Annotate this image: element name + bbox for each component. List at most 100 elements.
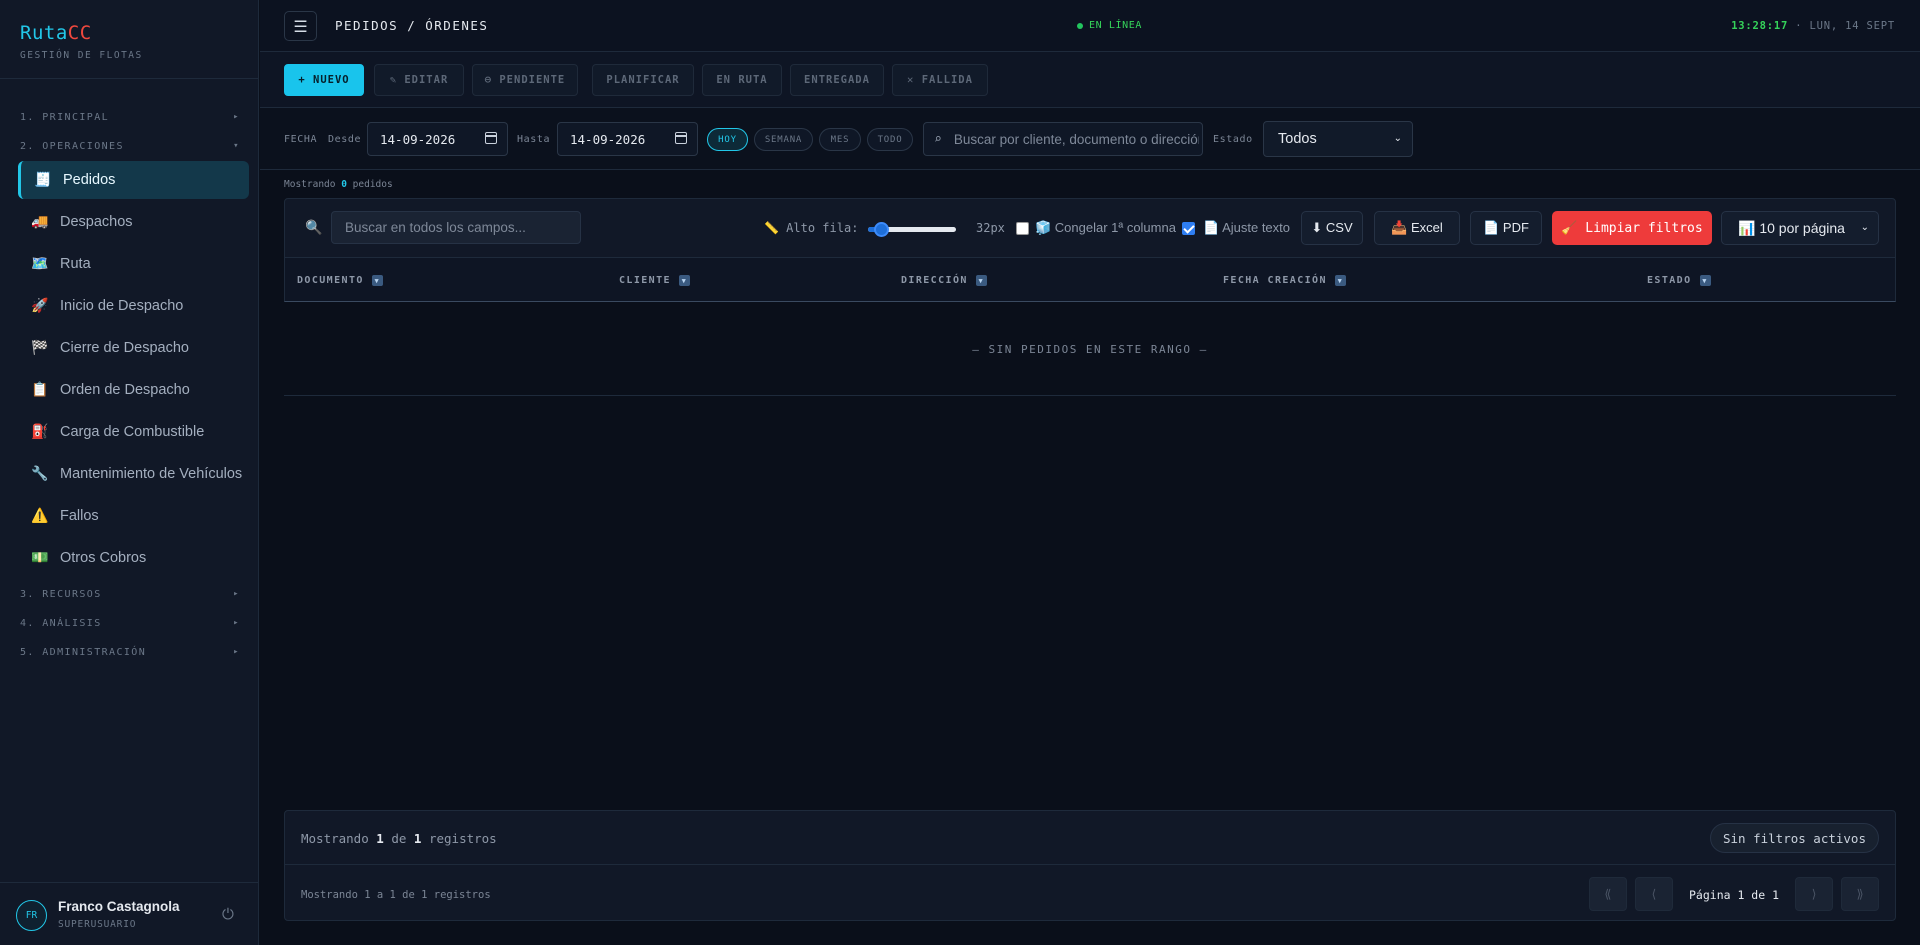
brand-logo: RutaCC (20, 22, 92, 44)
order-search-input[interactable]: ⌕ Buscar por cliente, documento o direcci… (923, 122, 1203, 156)
next-page-button[interactable]: ⟩ (1795, 877, 1833, 911)
status-select[interactable]: Todos ⌄ (1263, 121, 1413, 157)
sidebar-item-mantenimiento[interactable]: 🔧 Mantenimiento de Vehículos (18, 455, 249, 493)
filter-icon[interactable]: ▼ (678, 275, 690, 286)
page-indicator: Página 1 de 1 (1689, 888, 1780, 902)
action-toolbar: + NUEVO ✎ EDITAR ⊖ PENDIENTE PLANIFICAR … (260, 52, 1920, 108)
results-summary: Mostrando 0 pedidos (284, 179, 393, 190)
divider (0, 78, 259, 79)
slider-handle[interactable] (874, 222, 890, 237)
sidebar-item-label: Otros Cobros (60, 550, 147, 566)
map-icon: 🗺️ (31, 256, 49, 272)
en-route-button[interactable]: EN RUTA (702, 64, 782, 96)
menu-toggle-button[interactable]: ☰ (284, 11, 317, 41)
sidebar-item-carga-combustible[interactable]: ⛽ Carga de Combustible (18, 413, 249, 451)
pending-button[interactable]: ⊖ PENDIENTE (472, 64, 578, 96)
nav-section-administracion[interactable]: 5. ADMINISTRACIÓN ▸ (20, 647, 240, 663)
user-role: SUPERUSUARIO (58, 919, 137, 930)
checkered-flag-icon: 🏁 (31, 340, 49, 356)
last-page-button[interactable]: ⟫ (1841, 877, 1879, 911)
sidebar-item-pedidos[interactable]: 🧾 Pedidos (18, 161, 249, 199)
sidebar-item-label: Pedidos (63, 172, 116, 188)
clipboard-icon: 📋 (31, 382, 49, 398)
chevron-right-icon: ▸ (233, 618, 240, 628)
sidebar-item-inicio-despacho[interactable]: 🚀 Inicio de Despacho (18, 287, 249, 325)
export-csv-button[interactable]: ⬇ CSV (1301, 211, 1363, 245)
magnifier-icon: 🔍 (305, 220, 323, 236)
sidebar-item-otros-cobros[interactable]: 💵 Otros Cobros (18, 539, 249, 577)
failed-button[interactable]: ✕ FALLIDA (892, 64, 988, 96)
date-to-input[interactable]: 14-09-2026 (557, 122, 698, 156)
range-all-pill[interactable]: TODO (867, 128, 913, 151)
chevron-right-icon: ▸ (233, 647, 240, 657)
nav-section-analisis[interactable]: 4. ANÁLISIS ▸ (20, 618, 240, 634)
column-header-estado[interactable]: ESTADO ▼ (1647, 275, 1711, 286)
sidebar-item-label: Carga de Combustible (60, 424, 205, 440)
top-bar: ☰ PEDIDOS / ÓRDENES EN LÍNEA 13:28:17 · … (260, 0, 1920, 52)
export-excel-button[interactable]: 📥 Excel (1374, 211, 1460, 245)
column-header-fecha-creacion[interactable]: FECHA CREACIÓN ▼ (1223, 275, 1346, 286)
filter-icon[interactable]: ▼ (1334, 275, 1346, 286)
fuel-icon: ⛽ (31, 424, 49, 440)
chevron-down-icon: ⌄ (1860, 222, 1869, 233)
export-pdf-button[interactable]: 📄 PDF (1470, 211, 1542, 245)
row-height-slider[interactable] (868, 222, 956, 237)
nav-section-principal[interactable]: 1. PRINCIPAL ▸ (20, 112, 240, 128)
sidebar-item-label: Despachos (60, 214, 133, 230)
sidebar-item-label: Ruta (60, 256, 91, 272)
column-header-cliente[interactable]: CLIENTE ▼ (619, 275, 690, 286)
calendar-icon (675, 132, 687, 144)
date-label: FECHA (284, 134, 318, 145)
power-icon[interactable]: ⏻ (222, 905, 234, 923)
date-from-input[interactable]: 14-09-2026 (367, 122, 508, 156)
avatar[interactable]: FR (16, 900, 47, 931)
edit-button[interactable]: ✎ EDITAR (374, 64, 464, 96)
divider (285, 864, 1895, 865)
filter-icon[interactable]: ▼ (975, 275, 987, 286)
range-today-pill[interactable]: HOY (707, 128, 748, 151)
filter-icon[interactable]: ▼ (1699, 275, 1711, 286)
wrench-icon: 🔧 (31, 466, 49, 482)
sidebar-item-ruta[interactable]: 🗺️ Ruta (18, 245, 249, 283)
from-label: Desde (328, 134, 362, 145)
filters-bar: FECHA Desde 14-09-2026 Hasta 14-09-2026 … (260, 108, 1920, 170)
prev-page-button[interactable]: ⟨ (1635, 877, 1673, 911)
clock-time: 13:28:17 (1731, 20, 1789, 32)
status-dot-icon (1077, 22, 1083, 29)
wrap-text-label: 📄 Ajuste texto (1203, 220, 1291, 235)
sidebar-item-cierre-despacho[interactable]: 🏁 Cierre de Despacho (18, 329, 249, 367)
nav-section-recursos[interactable]: 3. RECURSOS ▸ (20, 589, 240, 605)
range-week-pill[interactable]: SEMANA (754, 128, 813, 151)
freeze-column-checkbox[interactable] (1016, 222, 1029, 235)
sidebar-item-despachos[interactable]: 🚚 Despachos (18, 203, 249, 241)
clock-date: · LUN, 14 SEPT (1788, 20, 1895, 32)
brand[interactable]: RutaCC GESTIÓN DE FLOTAS (20, 22, 143, 61)
status-label: Estado (1213, 134, 1253, 145)
table-toolbar: 🔍 Buscar en todos los campos... 📏 Alto f… (284, 198, 1896, 258)
plan-button[interactable]: PLANIFICAR (592, 64, 694, 96)
sidebar: RutaCC GESTIÓN DE FLOTAS 1. PRINCIPAL ▸ 2… (0, 0, 259, 945)
column-header-direccion[interactable]: DIRECCIÓN ▼ (901, 275, 987, 286)
page-size-select[interactable]: 📊 10 por página ⌄ (1721, 211, 1879, 245)
global-search-input[interactable]: Buscar en todos los campos... (331, 211, 581, 244)
sidebar-item-fallos[interactable]: ⚠️ Fallos (18, 497, 249, 535)
breadcrumb: PEDIDOS / ÓRDENES (335, 18, 489, 33)
search-icon: ⌕ (934, 131, 942, 147)
chevron-down-icon: ▾ (233, 141, 240, 151)
row-height-value: 32px (976, 221, 1005, 235)
delivered-button[interactable]: ENTREGADA (790, 64, 884, 96)
first-page-button[interactable]: ⟪ (1589, 877, 1627, 911)
active-filters-badge: Sin filtros activos (1710, 823, 1879, 853)
column-header-documento[interactable]: DOCUMENTO ▼ (297, 275, 383, 286)
calendar-icon (485, 132, 497, 144)
receipt-icon: 🧾 (34, 172, 52, 188)
nav-section-operaciones[interactable]: 2. OPERACIONES ▾ (20, 141, 240, 157)
sidebar-item-orden-despacho[interactable]: 📋 Orden de Despacho (18, 371, 249, 409)
wrap-text-checkbox[interactable] (1182, 222, 1195, 235)
new-order-button[interactable]: + NUEVO (284, 64, 364, 96)
chevron-down-icon: ⌄ (1393, 133, 1402, 144)
sidebar-item-label: Fallos (60, 508, 99, 524)
clear-filters-button[interactable]: 🧹 Limpiar filtros (1552, 211, 1712, 245)
range-month-pill[interactable]: MES (819, 128, 861, 151)
filter-icon[interactable]: ▼ (371, 275, 383, 286)
